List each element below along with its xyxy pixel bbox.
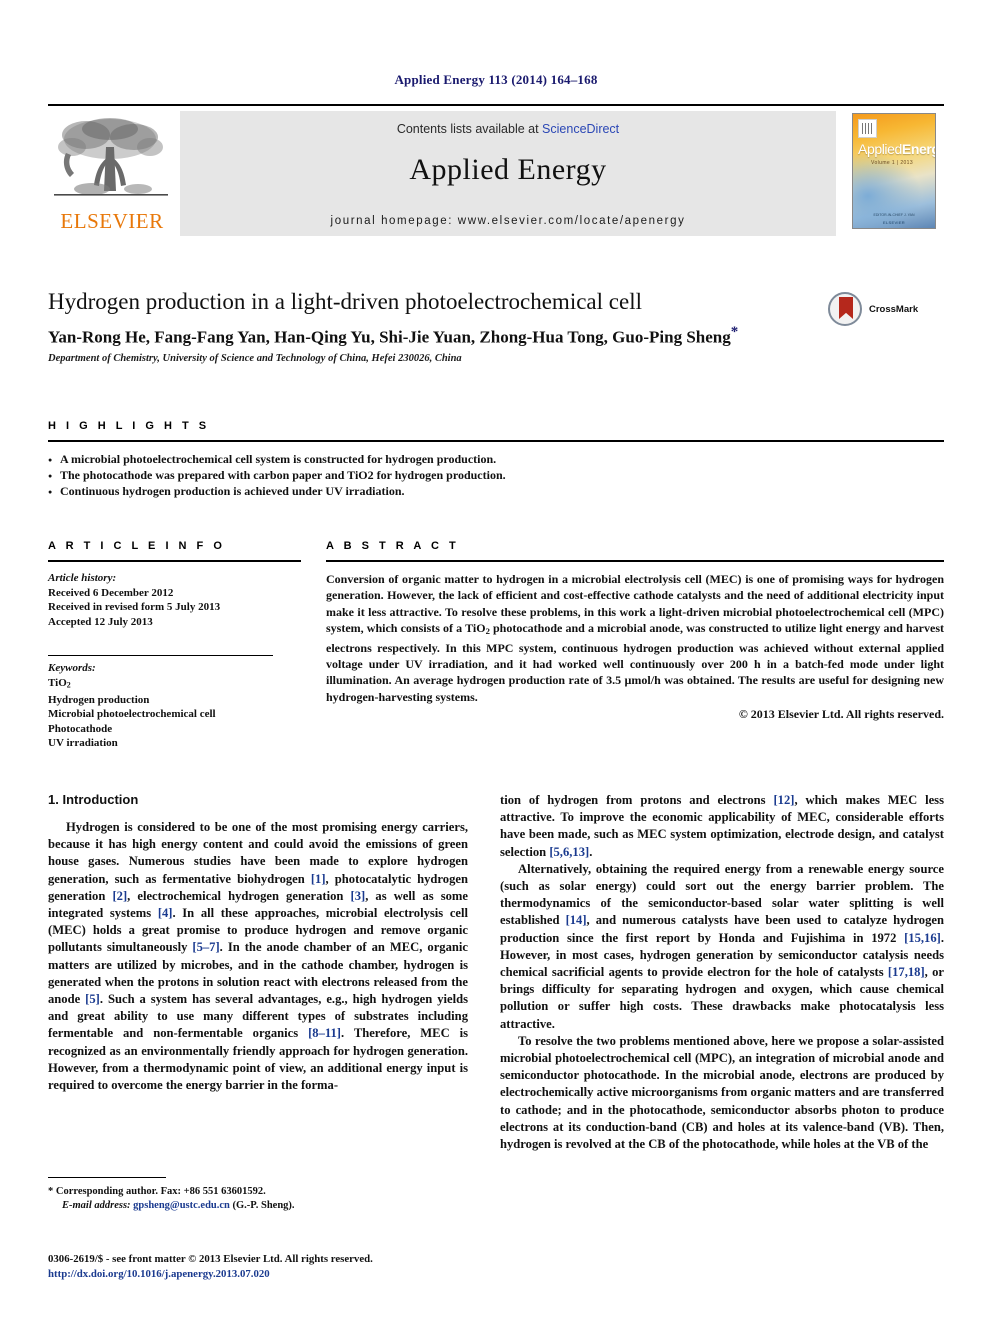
corresponding-author-marker: * [730, 324, 739, 340]
paper-page: Applied Energy 113 (2014) 164–168 ELSEVI… [0, 0, 992, 1323]
journal-title: Applied Energy [409, 153, 607, 186]
cover-subtitle: Volume 1 | 2013 [871, 160, 914, 166]
page-footer: 0306-2619/$ - see front matter © 2013 El… [48, 1252, 548, 1281]
paragraph: tion of hydrogen from protons and electr… [500, 793, 944, 859]
crossmark-icon [828, 292, 862, 326]
keyword-item: Photocathode [48, 722, 113, 735]
cover-publisher-icon [858, 119, 877, 138]
keyword-item: UV irradiation [48, 737, 118, 750]
highlights-list: A microbial photoelectrochemical cell sy… [48, 442, 944, 501]
paragraph: Alternatively, obtaining the required en… [500, 861, 944, 1031]
keyword-item: Hydrogen production [48, 693, 150, 706]
footnote-email-line: E-mail address: gpsheng@ustc.edu.cn (G.-… [48, 1199, 468, 1213]
history-revised: Received in revised form 5 July 2013 [48, 601, 221, 613]
crossmark-badge[interactable]: CrossMark [828, 292, 938, 326]
journal-cover-thumbnail[interactable]: AppliedEnergy Volume 1 | 2013 EDITOR-IN-… [840, 111, 944, 236]
list-item: A microbial photoelectrochemical cell sy… [48, 451, 944, 469]
doi-link[interactable]: http://dx.doi.org/10.1016/j.apenergy.201… [48, 1267, 548, 1282]
keywords-block: Keywords: TiO2 Hydrogen production Micro… [48, 661, 301, 751]
journal-masthead: ELSEVIER Contents lists available at Sci… [48, 104, 944, 236]
contents-prefix: Contents lists available at [396, 122, 543, 136]
footnote-email-owner: (G.-P. Sheng). [232, 1200, 295, 1211]
article-history-label: Article history: [48, 572, 117, 584]
history-received: Received 6 December 2012 [48, 586, 174, 599]
footnote-corresponding: * Corresponding author. Fax: +86 551 636… [48, 1185, 468, 1199]
paragraph: Hydrogen is considered to be one of the … [48, 820, 469, 1093]
footnote-email-link[interactable]: gpsheng@ustc.edu.cn [133, 1200, 230, 1211]
title-block: Hydrogen production in a light-driven ph… [48, 288, 944, 364]
highlights-section: H I G H L I G H T S A microbial photoele… [48, 420, 944, 501]
body-column-right: tion of hydrogen from protons and electr… [500, 792, 944, 1153]
keywords-rule [48, 655, 273, 656]
article-title: Hydrogen production in a light-driven ph… [48, 289, 642, 314]
list-item: The photocathode was prepared with carbo… [48, 467, 944, 485]
article-history-block: Article history: Received 6 December 201… [48, 562, 301, 629]
history-accepted: Accepted 12 July 2013 [48, 615, 153, 628]
keyword-item: Microbial photoelectrochemical cell [48, 708, 216, 721]
sciencedirect-link[interactable]: ScienceDirect [542, 122, 619, 136]
crossmark-label: CrossMark [869, 304, 919, 315]
article-info-section: A R T I C L E I N F O Article history: R… [48, 540, 301, 751]
cover-title: AppliedEnergy [858, 141, 935, 157]
footnote-block: * Corresponding author. Fax: +86 551 636… [48, 1177, 468, 1213]
contents-available-line: Contents lists available at ScienceDirec… [180, 122, 836, 136]
cover-footer-bottom: ELSEVIER [883, 220, 905, 225]
keywords-label: Keywords: [48, 662, 96, 674]
footnote-corresponding-text: Corresponding author. Fax: +86 551 63601… [55, 1186, 266, 1197]
affiliation: Department of Chemistry, University of S… [48, 352, 462, 364]
elsevier-wordmark: ELSEVIER [60, 209, 164, 233]
abstract-section: A B S T R A C T Conversion of organic ma… [326, 540, 944, 722]
footnote-rule [48, 1177, 166, 1178]
author-list: Yan-Rong He, Fang-Fang Yan, Han-Qing Yu,… [48, 324, 788, 348]
highlights-heading: H I G H L I G H T S [48, 420, 210, 432]
elsevier-logo: ELSEVIER [48, 111, 176, 236]
abstract-text: Conversion of organic matter to hydrogen… [326, 572, 944, 704]
abstract-copyright: © 2013 Elsevier Ltd. All rights reserved… [738, 707, 944, 722]
cover-image: AppliedEnergy Volume 1 | 2013 EDITOR-IN-… [852, 113, 936, 229]
article-info-heading: A R T I C L E I N F O [48, 540, 226, 552]
list-item: Continuous hydrogen production is achiev… [48, 483, 944, 501]
elsevier-tree-icon [54, 118, 168, 196]
author-names: Yan-Rong He, Fang-Fang Yan, Han-Qing Yu,… [48, 327, 731, 347]
paragraph: To resolve the two problems mentioned ab… [500, 1033, 944, 1152]
journal-homepage-link[interactable]: journal homepage: www.elsevier.com/locat… [180, 215, 836, 227]
section-heading-introduction: 1. Introduction [48, 792, 139, 807]
issn-copyright-line: 0306-2619/$ - see front matter © 2013 El… [48, 1253, 373, 1265]
footnote-email-label: E-mail address: [62, 1200, 131, 1211]
abstract-heading: A B S T R A C T [326, 540, 460, 552]
journal-band: Contents lists available at ScienceDirec… [180, 111, 836, 236]
body-column-left: 1. Introduction Hydrogen is considered t… [48, 792, 468, 1094]
running-head: Applied Energy 113 (2014) 164–168 [394, 72, 598, 87]
footnote-marker: * [48, 1186, 54, 1197]
cover-footer-top: EDITOR-IN-CHIEF J. YAN [873, 213, 915, 217]
keyword-item: TiO2 [48, 676, 71, 690]
